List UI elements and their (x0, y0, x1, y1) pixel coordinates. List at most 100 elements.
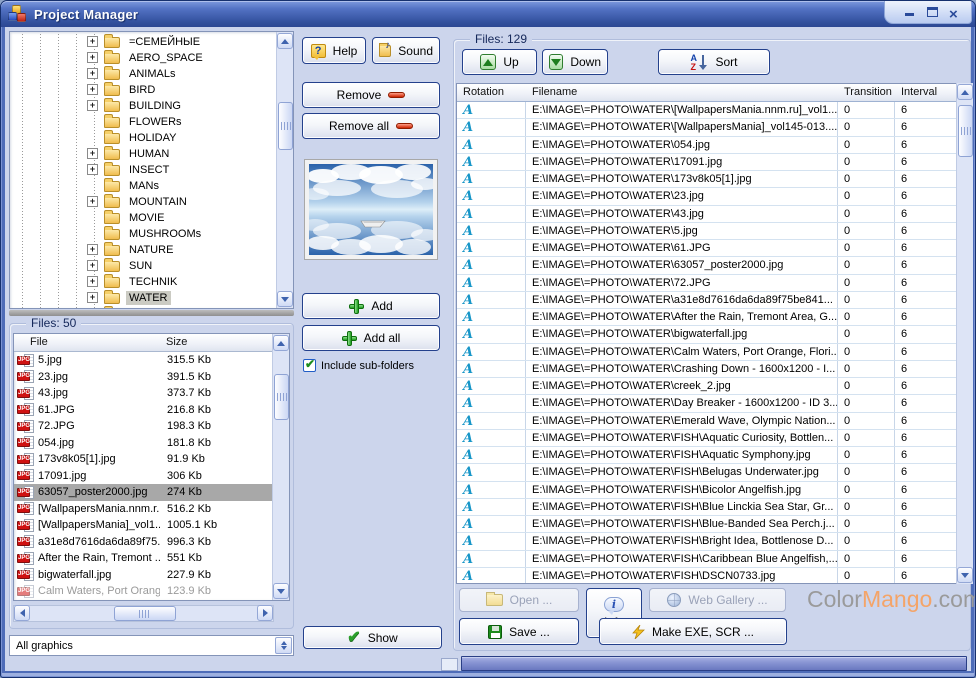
playlist-row[interactable]: A E:\IMAGE\=PHOTO\WATER\63057_poster2000.… (457, 257, 956, 275)
add-all-button[interactable]: Add all (302, 325, 440, 351)
playlist-row[interactable]: A E:\IMAGE\=PHOTO\WATER\creek_2.jpg 0 6 (457, 378, 956, 396)
file-list-row[interactable]: JPG bigwaterfall.jpg 227.9 Kb (14, 567, 273, 584)
tree-item[interactable]: + TECHNIK (10, 273, 276, 290)
playlist-row[interactable]: A E:\IMAGE\=PHOTO\WATER\Crashing Down - 1… (457, 360, 956, 378)
move-down-button[interactable]: Down (542, 49, 608, 75)
expand-plus-icon[interactable]: + (87, 148, 98, 159)
playlist-row[interactable]: A E:\IMAGE\=PHOTO\WATER\Day Breaker - 160… (457, 395, 956, 413)
file-hscroll-left-icon[interactable] (14, 605, 30, 621)
file-list-row[interactable]: JPG 173v8k05[1].jpg 91.9 Kb (14, 451, 273, 468)
file-list-row[interactable]: JPG a31e8d7616da6da89f75... 996.3 Kb (14, 534, 273, 551)
playlist-row[interactable]: A E:\IMAGE\=PHOTO\WATER\173v8k05[1].jpg 0 6 (457, 171, 956, 189)
playlist-scroll-down-icon[interactable] (957, 567, 973, 583)
playlist-row[interactable]: A E:\IMAGE\=PHOTO\WATER\054.jpg 0 6 (457, 136, 956, 154)
tree-item[interactable]: MUSHROOMs (10, 225, 276, 242)
expand-plus-icon[interactable]: + (87, 196, 98, 207)
tree-vertical-scrollbar[interactable] (276, 32, 293, 308)
web-gallery-button[interactable]: Web Gallery ... (649, 588, 786, 612)
tree-scroll-down-icon[interactable] (277, 291, 293, 307)
playlist-row[interactable]: A E:\IMAGE\=PHOTO\WATER\FISH\Aquatic Symp… (457, 447, 956, 465)
expand-plus-icon[interactable]: + (87, 276, 98, 287)
tree-scroll-thumb[interactable] (278, 102, 293, 150)
tree-item[interactable]: MOVIE (10, 209, 276, 226)
file-list-row[interactable]: JPG 63057_poster2000.jpg 274 Kb (14, 484, 273, 501)
playlist-row[interactable]: A E:\IMAGE\=PHOTO\WATER\[WallpapersMania.… (457, 102, 956, 120)
tree-item[interactable]: + AERO_SPACE (10, 49, 276, 66)
graphics-filter-combo[interactable]: All graphics (9, 635, 294, 656)
rotation-column-header[interactable]: Rotation (457, 84, 526, 101)
remove-button[interactable]: Remove (302, 82, 440, 108)
playlist-row[interactable]: A E:\IMAGE\=PHOTO\WATER\FISH\Aquatic Curi… (457, 429, 956, 447)
file-list-row[interactable]: JPG After the Rain, Tremont ... 551 Kb (14, 550, 273, 567)
make-exe-scr-button[interactable]: Make EXE, SCR ... (599, 618, 787, 645)
minimize-button[interactable] (903, 6, 917, 18)
file-list-row[interactable]: JPG [WallpapersMania]_vol1... 1005.1 Kb (14, 517, 273, 534)
file-scroll-thumb[interactable] (274, 374, 289, 420)
file-list-row[interactable]: JPG 23.jpg 391.5 Kb (14, 369, 273, 386)
expand-plus-icon[interactable]: + (87, 164, 98, 175)
playlist-row[interactable]: A E:\IMAGE\=PHOTO\WATER\61.JPG 0 6 (457, 240, 956, 258)
playlist-row[interactable]: A E:\IMAGE\=PHOTO\WATER\FISH\Caribbean Bl… (457, 550, 956, 568)
tree-item[interactable]: HOLIDAY (10, 129, 276, 146)
playlist-vertical-scrollbar[interactable] (956, 83, 973, 584)
filename-column-header[interactable]: Filename (526, 84, 838, 101)
playlist-row[interactable]: A E:\IMAGE\=PHOTO\WATER\Emerald Wave, Oly… (457, 412, 956, 430)
playlist-row[interactable]: A E:\IMAGE\=PHOTO\WATER\23.jpg 0 6 (457, 188, 956, 206)
interval-column-header[interactable]: Interval (895, 84, 955, 101)
playlist-row[interactable]: A E:\IMAGE\=PHOTO\WATER\FISH\Blue Linckia… (457, 498, 956, 516)
expand-plus-icon[interactable]: + (87, 84, 98, 95)
playlist-scroll-thumb[interactable] (958, 105, 973, 157)
tree-item[interactable]: + MOUNTAIN (10, 193, 276, 210)
playlist-row[interactable]: A E:\IMAGE\=PHOTO\WATER\43.jpg 0 6 (457, 205, 956, 223)
file-hscroll-thumb[interactable] (114, 606, 176, 621)
file-hscroll-right-icon[interactable] (257, 605, 273, 621)
playlist-row[interactable]: A E:\IMAGE\=PHOTO\WATER\a31e8d7616da6da89… (457, 291, 956, 309)
file-list-horizontal-scrollbar[interactable] (13, 605, 274, 622)
close-button[interactable]: × (949, 6, 963, 22)
expand-plus-icon[interactable]: + (87, 100, 98, 111)
expand-plus-icon[interactable]: + (87, 52, 98, 63)
playlist-scroll-up-icon[interactable] (957, 84, 973, 100)
trackbar-cell[interactable] (441, 658, 458, 671)
playlist-row[interactable]: A E:\IMAGE\=PHOTO\WATER\FISH\DSCN0733.jpg… (457, 567, 956, 583)
size-column-header[interactable]: Size (160, 334, 250, 351)
tree-item[interactable]: + ANIMALs (10, 65, 276, 82)
checkbox-box[interactable]: ✔ (303, 357, 316, 372)
file-list-row[interactable]: JPG Calm Waters, Port Orang... 123.9 Kb (14, 583, 273, 600)
playlist-row[interactable]: A E:\IMAGE\=PHOTO\WATER\FISH\Blue-Banded … (457, 516, 956, 534)
expand-plus-icon[interactable]: + (87, 260, 98, 271)
file-scroll-down-icon[interactable] (273, 583, 289, 599)
tree-item[interactable]: + INSECT (10, 161, 276, 178)
expand-plus-icon[interactable]: + (87, 68, 98, 79)
file-list-vertical-scrollbar[interactable] (272, 334, 289, 600)
sort-button[interactable]: AZ Sort (658, 49, 770, 75)
maximize-button[interactable] (926, 6, 940, 18)
file-list-row[interactable]: JPG 72.JPG 198.3 Kb (14, 418, 273, 435)
file-list-row[interactable]: JPG 43.jpg 373.7 Kb (14, 385, 273, 402)
tree-item[interactable]: + NATURE (10, 241, 276, 258)
tree-scroll-up-icon[interactable] (277, 33, 293, 49)
playlist-row[interactable]: A E:\IMAGE\=PHOTO\WATER\bigwaterfall.jpg 0… (457, 326, 956, 344)
progress-trackbar[interactable] (461, 656, 967, 671)
tree-item[interactable]: + =СЕМЕЙНЫЕ (10, 34, 276, 50)
file-list-row[interactable]: JPG 054.jpg 181.8 Kb (14, 435, 273, 452)
file-column-header[interactable]: File (14, 334, 160, 351)
playlist-row[interactable]: A E:\IMAGE\=PHOTO\WATER\5.jpg 0 6 (457, 222, 956, 240)
save-button[interactable]: Save ... (459, 618, 579, 645)
tree-item[interactable]: MANs (10, 177, 276, 194)
file-list-row[interactable]: JPG 17091.jpg 306 Kb (14, 468, 273, 485)
tree-item[interactable]: + BIRD (10, 81, 276, 98)
remove-all-button[interactable]: Remove all (302, 113, 440, 139)
file-list-row[interactable]: JPG [WallpapersMania.nnm.r... 516.2 Kb (14, 501, 273, 518)
tree-item[interactable]: + HUMAN (10, 145, 276, 162)
file-scroll-up-icon[interactable] (273, 335, 289, 351)
expand-plus-icon[interactable]: + (87, 36, 98, 47)
playlist-row[interactable]: A E:\IMAGE\=PHOTO\WATER\FISH\Belugas Unde… (457, 464, 956, 482)
include-subfolders-checkbox[interactable]: ✔ Include sub-folders (303, 357, 414, 372)
tree-item[interactable] (10, 305, 276, 308)
expand-plus-icon[interactable]: + (87, 244, 98, 255)
playlist-row[interactable]: A E:\IMAGE\=PHOTO\WATER\Calm Waters, Port… (457, 343, 956, 361)
playlist-row[interactable]: A E:\IMAGE\=PHOTO\WATER\[WallpapersMania]… (457, 119, 956, 137)
file-list-row[interactable]: JPG 61.JPG 216.8 Kb (14, 402, 273, 419)
expand-plus-icon[interactable]: + (87, 292, 98, 303)
